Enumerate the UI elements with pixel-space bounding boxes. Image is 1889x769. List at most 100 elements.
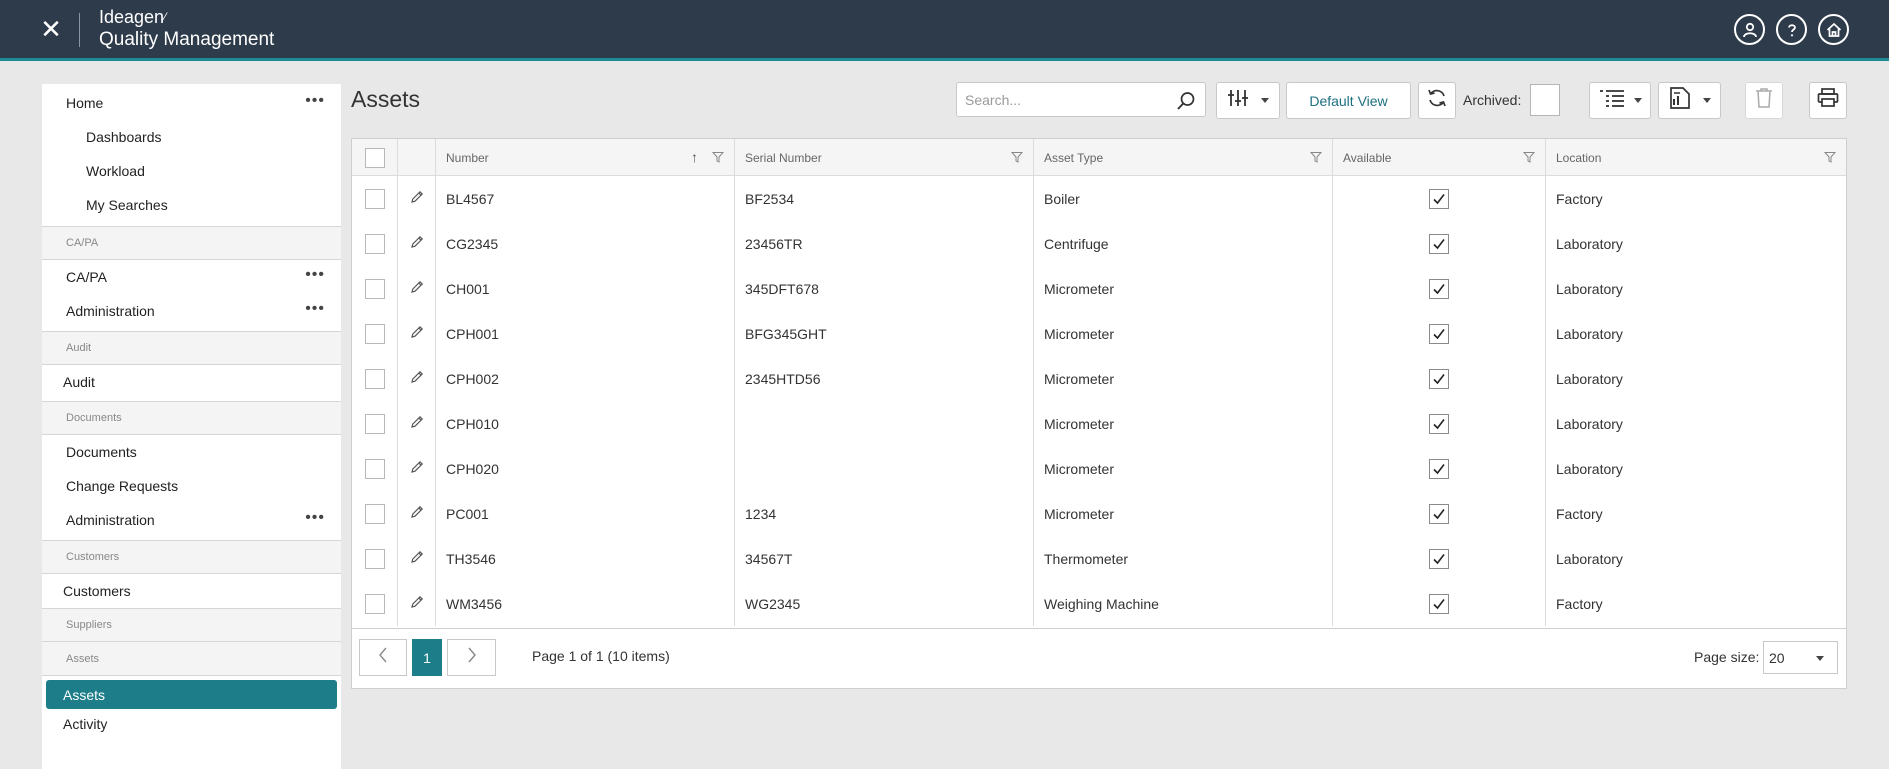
- cell-edit: [398, 356, 436, 401]
- sidebar-item-activity[interactable]: Activity: [42, 709, 341, 739]
- sidebar-item-capa-administration[interactable]: Administration •••: [42, 294, 341, 328]
- edit-pencil-icon[interactable]: [409, 324, 425, 343]
- sidebar-item-documents-administration[interactable]: Administration •••: [42, 503, 341, 537]
- row-checkbox[interactable]: [365, 593, 385, 614]
- more-options-icon[interactable]: •••: [305, 93, 325, 109]
- prev-page-button[interactable]: [359, 639, 407, 676]
- edit-pencil-icon[interactable]: [409, 234, 425, 253]
- edit-pencil-icon[interactable]: [409, 414, 425, 433]
- cell-asset-type: Boiler: [1034, 176, 1333, 221]
- edit-pencil-icon[interactable]: [409, 189, 425, 208]
- search-icon[interactable]: [1175, 90, 1197, 117]
- sidebar-item-change-requests[interactable]: Change Requests: [42, 469, 341, 503]
- cell-location: Factory: [1556, 595, 1603, 612]
- filter-icon[interactable]: [1522, 151, 1536, 166]
- sidebar-item-label: Dashboards: [86, 129, 162, 145]
- sort-ascending-icon[interactable]: ↑: [691, 149, 698, 165]
- table-row[interactable]: CPH020 Micrometer Laboratory: [352, 446, 1846, 491]
- archived-checkbox[interactable]: [1530, 84, 1560, 116]
- sidebar-item-assets[interactable]: Assets: [46, 680, 337, 709]
- column-header-available[interactable]: Available: [1333, 139, 1546, 176]
- filter-icon[interactable]: [1823, 151, 1837, 166]
- sort-settings-icon: [1227, 87, 1249, 114]
- cell-available: [1333, 401, 1546, 446]
- cell-asset-type: Micrometer: [1034, 356, 1333, 401]
- edit-pencil-icon[interactable]: [409, 504, 425, 523]
- column-header-serial-number[interactable]: Serial Number: [735, 139, 1034, 176]
- edit-pencil-icon[interactable]: [409, 279, 425, 298]
- filter-icon[interactable]: [1010, 151, 1024, 166]
- more-options-icon[interactable]: •••: [305, 510, 325, 526]
- refresh-button[interactable]: [1418, 82, 1456, 119]
- table-row[interactable]: PC001 1234 Micrometer Factory: [352, 491, 1846, 536]
- row-checkbox[interactable]: [365, 413, 385, 434]
- table-row[interactable]: BL4567 BF2534 Boiler Factory: [352, 176, 1846, 221]
- table-row[interactable]: CG2345 23456TR Centrifuge Laboratory: [352, 221, 1846, 266]
- search-input[interactable]: [957, 83, 1167, 116]
- column-header-asset-type[interactable]: Asset Type: [1034, 139, 1333, 176]
- row-checkbox[interactable]: [365, 458, 385, 479]
- columns-menu-button[interactable]: [1589, 82, 1651, 119]
- report-menu-button[interactable]: [1658, 82, 1721, 119]
- delete-button[interactable]: [1745, 82, 1783, 119]
- sidebar-item-customers[interactable]: Customers: [42, 574, 341, 608]
- checkmark-icon: [1433, 328, 1445, 339]
- refresh-icon: [1426, 87, 1448, 114]
- select-all-checkbox[interactable]: [365, 147, 385, 168]
- table-row[interactable]: CPH001 BFG345GHT Micrometer Laboratory: [352, 311, 1846, 356]
- table-row[interactable]: WM3456 WG2345 Weighing Machine Factory: [352, 581, 1846, 626]
- default-view-button[interactable]: Default View: [1286, 82, 1411, 119]
- table-row[interactable]: TH3546 34567T Thermometer Laboratory: [352, 536, 1846, 581]
- cell-available: [1333, 581, 1546, 626]
- cell-edit: [398, 311, 436, 356]
- sidebar-item-my-searches[interactable]: My Searches: [42, 188, 341, 222]
- row-checkbox[interactable]: [365, 278, 385, 299]
- table-row[interactable]: CH001 345DFT678 Micrometer Laboratory: [352, 266, 1846, 311]
- column-header-number[interactable]: Number ↑: [436, 139, 735, 176]
- sidebar-item-audit[interactable]: Audit: [42, 365, 341, 399]
- home-icon[interactable]: [1818, 14, 1849, 45]
- row-checkbox[interactable]: [365, 323, 385, 344]
- table-row[interactable]: CPH002 2345HTD56 Micrometer Laboratory: [352, 356, 1846, 401]
- cell-edit: [398, 491, 436, 536]
- sidebar-item-documents[interactable]: Documents: [42, 435, 341, 469]
- close-icon[interactable]: ✕: [38, 16, 64, 42]
- sidebar-item-home[interactable]: Home •••: [42, 86, 341, 120]
- row-checkbox[interactable]: [365, 233, 385, 254]
- filter-icon[interactable]: [1309, 151, 1323, 166]
- row-checkbox[interactable]: [365, 188, 385, 209]
- available-checkbox: [1429, 593, 1449, 614]
- chevron-down-icon: [1261, 98, 1269, 103]
- row-checkbox[interactable]: [365, 368, 385, 389]
- sidebar-item-capa[interactable]: CA/PA •••: [42, 260, 341, 294]
- edit-pencil-icon[interactable]: [409, 459, 425, 478]
- user-icon[interactable]: [1734, 14, 1765, 45]
- sidebar-item-label: Audit: [63, 374, 95, 390]
- cell-number: CG2345: [436, 221, 735, 266]
- cell-available: [1333, 221, 1546, 266]
- cell-serial-number: 345DFT678: [735, 266, 1034, 311]
- cell-serial-number: [735, 401, 1034, 446]
- more-options-icon[interactable]: •••: [305, 267, 325, 283]
- row-checkbox[interactable]: [365, 548, 385, 569]
- sidebar-item-workload[interactable]: Workload: [42, 154, 341, 188]
- cell-serial-number: 23456TR: [735, 221, 1034, 266]
- help-icon[interactable]: [1776, 14, 1807, 45]
- print-button[interactable]: [1809, 82, 1847, 119]
- sort-options-button[interactable]: [1216, 82, 1280, 119]
- edit-pencil-icon[interactable]: [409, 549, 425, 568]
- table-row[interactable]: CPH010 Micrometer Laboratory: [352, 401, 1846, 446]
- page-size-value: 20: [1769, 649, 1785, 666]
- sidebar-item-dashboards[interactable]: Dashboards: [42, 120, 341, 154]
- next-page-button[interactable]: [447, 639, 496, 676]
- page-size-select[interactable]: 20: [1763, 641, 1838, 674]
- cell-number: WM3456: [436, 581, 735, 626]
- row-checkbox[interactable]: [365, 503, 385, 524]
- page-button-1[interactable]: 1: [412, 639, 442, 676]
- filter-icon[interactable]: [711, 151, 725, 166]
- cell-edit: [398, 176, 436, 221]
- edit-pencil-icon[interactable]: [409, 369, 425, 388]
- more-options-icon[interactable]: •••: [305, 301, 325, 317]
- edit-pencil-icon[interactable]: [409, 594, 425, 613]
- column-header-location[interactable]: Location: [1546, 139, 1846, 176]
